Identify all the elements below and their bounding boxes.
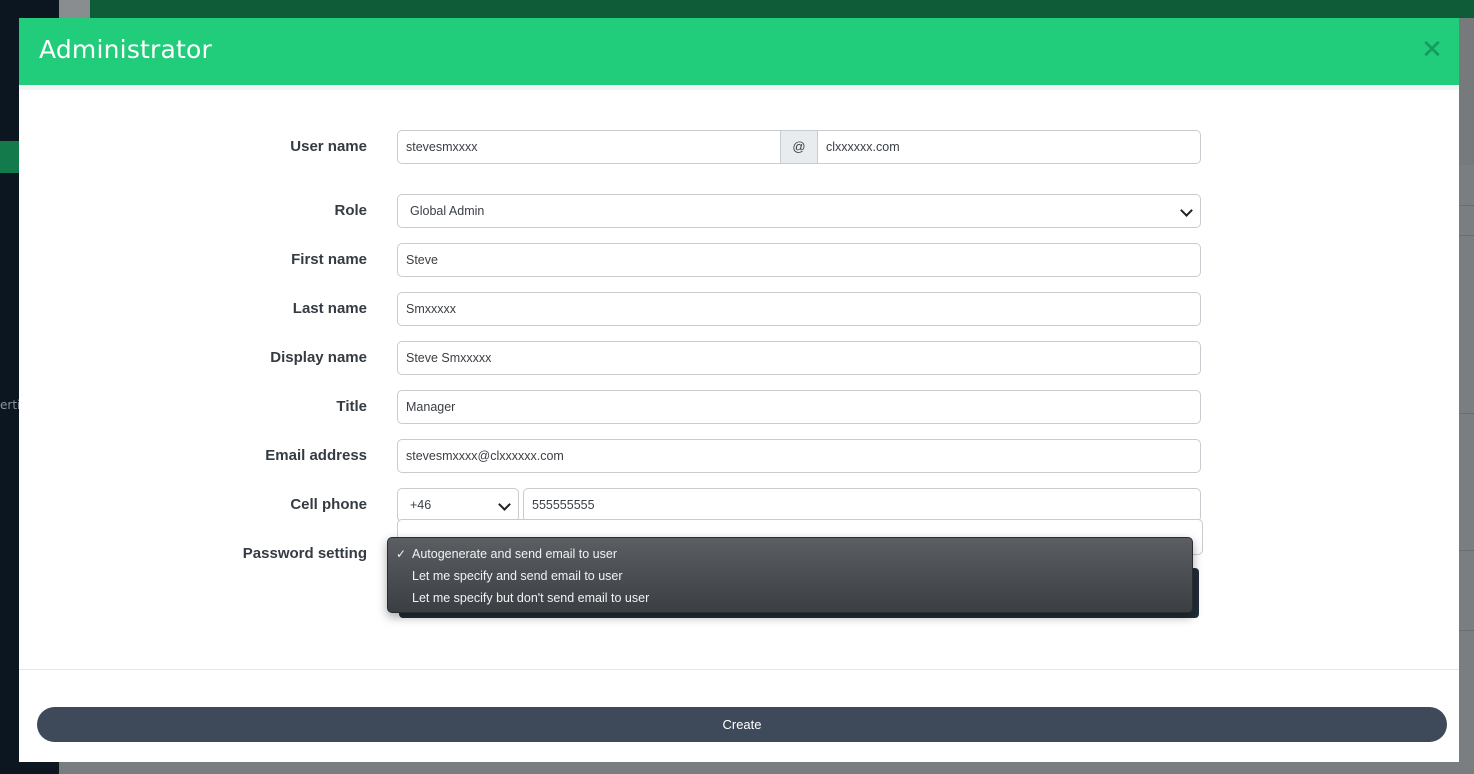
- role-select-value: Global Admin: [410, 204, 485, 218]
- background-sidebar-text: erti: [0, 398, 19, 412]
- background-topbar: [90, 0, 1474, 18]
- background-divider: [1459, 235, 1474, 236]
- background-divider: [1459, 550, 1474, 551]
- first-name-row: First name Steve: [19, 243, 1459, 277]
- modal-title: Administrator: [39, 35, 213, 64]
- phone-number-input[interactable]: 555555555: [523, 488, 1201, 522]
- header-divider: [19, 85, 1459, 90]
- first-name-input[interactable]: Steve: [397, 243, 1201, 277]
- first-name-label: First name: [291, 251, 367, 268]
- display-name-row: Display name Steve Smxxxxx: [19, 341, 1459, 375]
- background-divider: [1459, 413, 1474, 414]
- role-row: Role Global Admin: [19, 194, 1459, 228]
- cell-phone-row: Cell phone +46 555555555: [19, 488, 1459, 522]
- background-sidebar-edge: [59, 0, 90, 18]
- background-divider: [1459, 630, 1474, 631]
- last-name-row: Last name Smxxxxx: [19, 292, 1459, 326]
- background-sidebar-active-item: [0, 141, 19, 173]
- modal-header: Administrator ✕: [19, 18, 1459, 85]
- password-setting-label: Password setting: [242, 545, 367, 562]
- close-icon[interactable]: ✕: [1421, 36, 1443, 64]
- email-label: Email address: [265, 447, 367, 464]
- create-button[interactable]: Create: [37, 707, 1447, 742]
- password-option-specify-no-send[interactable]: Let me specify but don't send email to u…: [388, 587, 1192, 609]
- username-row: User name stevesmxxxx @ clxxxxxx.com: [19, 130, 1459, 164]
- password-option-label: Autogenerate and send email to user: [412, 547, 617, 561]
- chevron-down-icon: [1180, 204, 1193, 217]
- country-code-value: +46: [410, 498, 432, 512]
- username-input[interactable]: stevesmxxxx: [397, 130, 781, 164]
- title-row: Title Manager: [19, 390, 1459, 424]
- title-input[interactable]: Manager: [397, 390, 1201, 424]
- cell-phone-label: Cell phone: [290, 496, 367, 513]
- password-option-autogenerate[interactable]: ✓ Autogenerate and send email to user: [388, 543, 1192, 565]
- background-right-panel: [1459, 165, 1474, 774]
- last-name-label: Last name: [292, 300, 367, 317]
- checkmark-icon: ✓: [396, 547, 407, 561]
- background-divider: [1459, 205, 1474, 206]
- chevron-down-icon: [498, 498, 511, 511]
- domain-input[interactable]: clxxxxxx.com: [817, 130, 1201, 164]
- title-label: Title: [336, 398, 367, 415]
- at-sign-addon: @: [781, 130, 817, 164]
- display-name-label: Display name: [270, 349, 367, 366]
- email-input[interactable]: stevesmxxxx@clxxxxxx.com: [397, 439, 1201, 473]
- password-setting-dropdown[interactable]: ✓ Autogenerate and send email to user Le…: [387, 537, 1193, 613]
- footer-divider: [19, 669, 1459, 670]
- role-select[interactable]: Global Admin: [397, 194, 1201, 228]
- email-row: Email address stevesmxxxx@clxxxxxx.com: [19, 439, 1459, 473]
- display-name-input[interactable]: Steve Smxxxxx: [397, 341, 1201, 375]
- username-label: User name: [290, 138, 367, 155]
- last-name-input[interactable]: Smxxxxx: [397, 292, 1201, 326]
- password-option-label: Let me specify but don't send email to u…: [412, 591, 650, 605]
- administrator-modal: Administrator ✕ User name stevesmxxxx @ …: [19, 18, 1459, 762]
- password-option-label: Let me specify and send email to user: [412, 569, 623, 583]
- role-label: Role: [334, 202, 367, 219]
- background-bottom: [59, 762, 1474, 774]
- country-code-select[interactable]: +46: [397, 488, 519, 522]
- password-option-specify-send[interactable]: Let me specify and send email to user: [388, 565, 1192, 587]
